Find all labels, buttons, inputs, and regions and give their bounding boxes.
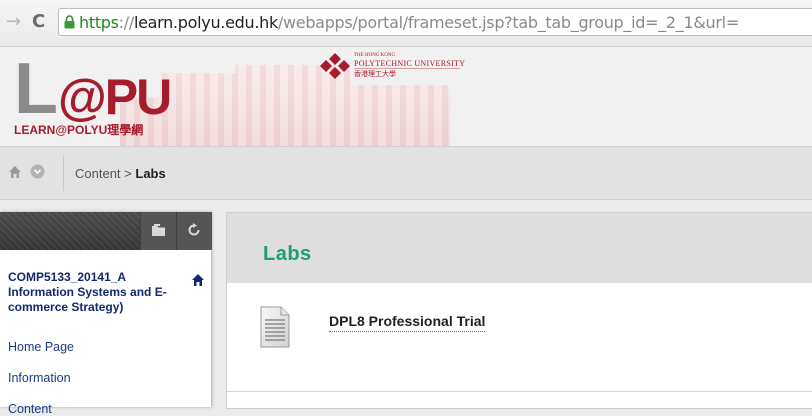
folder-icon <box>152 224 165 236</box>
menu-link-content[interactable]: Content <box>8 402 52 416</box>
university-name: POLYTECHNIC UNIVERSITY <box>354 59 466 68</box>
course-title[interactable]: COMP5133_20141_A Information Systems and… <box>8 270 178 315</box>
item-link-dpl8[interactable]: DPL8 Professional Trial <box>329 313 486 332</box>
university-small-caption: THE HONG KONG <box>354 53 396 58</box>
menu-link-home-page[interactable]: Home Page <box>8 340 74 354</box>
refresh-button[interactable] <box>176 212 212 250</box>
home-icon[interactable] <box>191 273 205 287</box>
breadcrumb-separator: > <box>124 166 132 181</box>
course-menu-toolbar <box>0 212 212 250</box>
address-bar[interactable]: https://learn.polyu.edu.hk/webapps/porta… <box>58 8 812 36</box>
forward-arrow-icon[interactable]: → <box>6 12 21 32</box>
home-icon[interactable] <box>8 165 22 179</box>
chevron-down-circle-icon[interactable] <box>30 164 45 179</box>
university-chinese-name: 香港理工大學 <box>354 71 396 78</box>
divider <box>63 155 64 191</box>
content-area: Labs DPL8 Professional Trial <box>226 212 812 409</box>
breadcrumb-bar: Content > Labs <box>0 146 812 200</box>
refresh-icon <box>188 223 200 236</box>
logo-subtitle: LEARN@POLYU理學網 <box>14 123 144 137</box>
menu-link-information[interactable]: Information <box>8 371 71 385</box>
folder-view-button[interactable] <box>140 212 176 250</box>
content-header: Labs <box>227 213 812 283</box>
document-icon <box>260 306 290 348</box>
breadcrumb-item-labs: Labs <box>135 166 166 181</box>
course-menu: COMP5133_20141_A Information Systems and… <box>0 212 212 416</box>
breadcrumb: Content > Labs <box>75 166 166 181</box>
lock-icon <box>64 15 75 29</box>
reload-icon[interactable]: C <box>32 12 45 32</box>
breadcrumb-item-content[interactable]: Content <box>75 166 121 181</box>
polyu-emblem-icon <box>320 53 350 79</box>
url-text: https://learn.polyu.edu.hk/webapps/porta… <box>79 13 739 32</box>
logo-letter: L <box>14 49 58 129</box>
list-item: DPL8 Professional Trial <box>227 283 812 392</box>
browser-toolbar: → C https://learn.polyu.edu.hk/webapps/p… <box>0 0 812 47</box>
site-banner: L @PU LEARN@POLYU理學網 THE HONG KONG POLYT… <box>0 47 812 146</box>
page-title: Labs <box>263 243 312 265</box>
logo-wordmark: @PU <box>58 69 172 125</box>
